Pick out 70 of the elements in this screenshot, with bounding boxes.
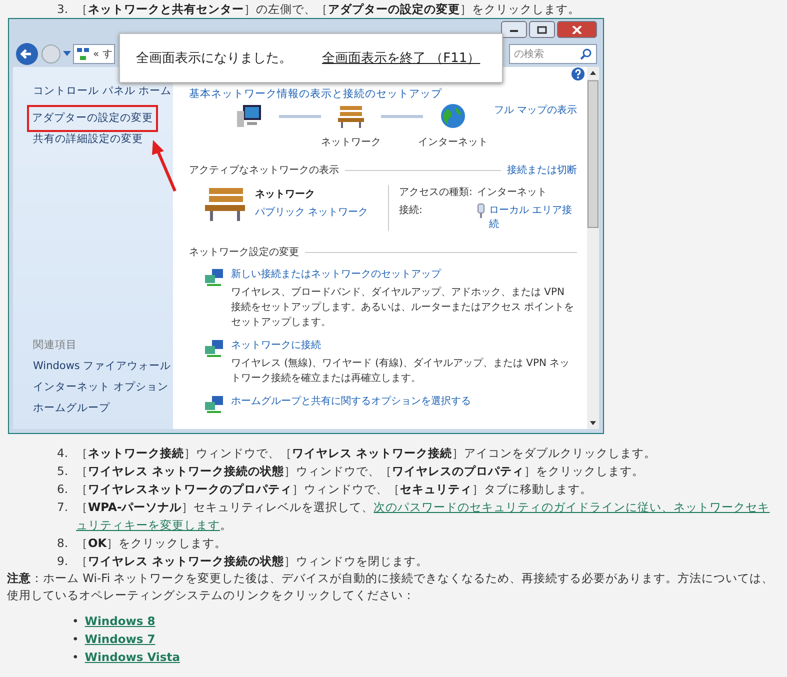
sidebar-link[interactable]: コントロール パネル ホーム [33,81,172,102]
task-description: ワイヤレス、ブロードバンド、ダイヤルアップ、アドホック、または VPN 接続をセットアップします。あるいは、ルーターまたはアクセス ポイントをセットアップします。 [231,286,576,330]
step-text: ［ネットワーク接続］ウィンドウで、［ワイヤレス ネットワーク接続］アイコンをダブルクリックします。 [76,445,656,462]
step-number: 9. [56,553,68,570]
network-task-icon [203,394,225,414]
bullet: • [72,614,79,628]
sidebar-link[interactable]: Windows ファイアウォール [33,356,172,377]
sidebar-link[interactable]: 共有の詳細設定の変更 [33,129,143,150]
plug-icon [477,203,485,219]
step-text: ［ワイヤレス ネットワーク接続の状態］ウィンドウを閉じます。 [76,553,428,570]
os-link[interactable]: Windows Vista [84,650,180,664]
map-node-label: ネットワーク [321,136,381,149]
field-value: インターネット [477,186,548,199]
section-heading: 関連項目 [33,338,78,353]
task-description: ワイヤレス (無線)、ワイヤード (有線)、ダイヤルアップ、または VPN ネットワーク接続を確立または再確立します。 [231,356,571,386]
address-bar[interactable]: « す [73,44,116,64]
search-icon [580,48,592,60]
bench-icon [337,103,365,129]
step-number: 6. [56,481,68,498]
os-link[interactable]: Windows 7 [84,632,156,646]
globe-icon [439,103,467,129]
step-number: 8. [56,535,68,552]
step-text: ［ワイヤレス ネットワーク接続の状態］ウィンドウで、［ワイヤレスのプロパティ］をクリックします。 [76,463,644,480]
bullet: • [72,650,79,664]
connection-link[interactable]: ローカル エリア接続 [489,203,574,231]
map-node-label: インターネット [418,136,488,149]
network-name: ネットワーク [255,188,316,201]
full-map-link[interactable]: フル マップの表示 [494,103,577,117]
step-text: ［OK］をクリックします。 [76,535,227,552]
close-icon [572,26,582,34]
search-field[interactable]: の検索 [509,44,597,64]
network-type-link[interactable]: パブリック ネットワーク [255,205,368,219]
page-heading: 基本ネットワーク情報の表示と接続のセットアップ [189,88,442,100]
task-link[interactable]: 新しい接続またはネットワークのセットアップ [231,267,577,281]
network-task-icon [203,267,225,287]
scrollbar[interactable] [587,67,599,429]
section-heading: アクティブなネットワークの表示 [189,164,339,177]
maximize-button[interactable] [529,21,555,38]
step-text: ［ワイヤレスネットワークのプロパティ］ウィンドウで、［セキュリティ］タブに移動します。 [76,481,592,498]
network-task-icon [203,338,225,358]
close-button[interactable] [557,21,597,38]
minimize-button[interactable] [501,21,527,38]
maximize-icon [537,26,547,34]
bullet: • [72,632,79,646]
sidebar-link[interactable]: アダプターの設定の変更 [30,108,155,129]
annotation-arrow [149,139,179,193]
sidebar-link[interactable]: ホームグループ [33,398,110,419]
task-link[interactable]: ホームグループと共有に関するオプションを選択する [231,394,471,408]
step-number: 7. [56,499,68,516]
field-label: 接続: [399,204,424,218]
step-number: 3. [56,1,68,18]
computer-icon [235,103,263,129]
step-text: ［ネットワークと共有センター］の左側で、［アダプターの設定の変更］をクリックします。 [76,1,580,18]
dropdown-icon[interactable] [63,51,71,57]
section-heading: ネットワーク設定の変更 [189,246,299,259]
step-number: 4. [56,445,68,462]
sidebar-link[interactable]: インターネット オプション [33,377,168,398]
network-icon [76,47,90,61]
task-link[interactable]: ネットワークに接続 [231,338,577,352]
notice-text: 全画面表示になりました。 [136,50,292,67]
step-number: 5. [56,463,68,480]
field-label: アクセスの種類: [399,186,474,199]
os-link[interactable]: Windows 8 [84,614,156,628]
note-text: 注意：ホーム Wi-Fi ネットワークを変更した後は、デバイスが自動的に接続できなくなるため、再接続する必要があります。方法については、使用しているオペレーティングシステムのリンクをクリックしてください： [6,570,775,604]
back-button[interactable] [15,42,39,66]
step-text: ［WPA-パーソナル］セキュリティレベルを選択して、次のパスワードのセキュリティのガイドラインに従い、ネットワークセキュリティキーを変更します。 [76,499,771,534]
help-icon[interactable] [571,67,585,81]
bench-icon [203,185,247,223]
connect-link[interactable]: 接続または切断 [507,163,577,177]
exit-fullscreen-link[interactable]: 全画面表示を終了 （F11） [322,49,480,67]
